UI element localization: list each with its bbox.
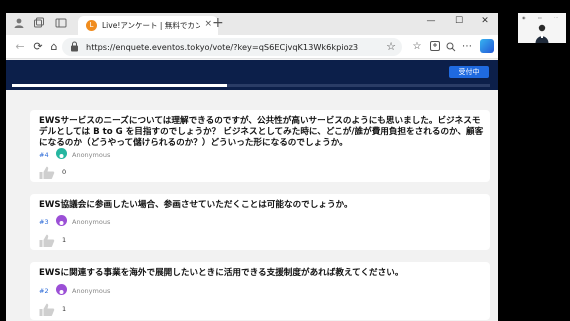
like-count: 0 [62,168,67,176]
tab-close-icon[interactable]: × [204,19,212,29]
author-name: Anonymous [72,218,111,226]
url-text: https://enquete.eventos.tokyo/vote/?key=… [86,42,359,52]
browser-toolbar: ← ⟳ ⌂ https://enquete.eventos.tokyo/vote… [6,35,498,59]
minimize-button[interactable]: — [424,16,438,26]
favorites-icon[interactable]: ☆ [410,40,424,54]
favorite-star-icon[interactable]: ☆ [386,40,396,53]
page-content: 受付中 EWSサービスのニーズについては理解できるのですが、公共性が高いサービス… [6,60,498,321]
question-card[interactable]: EWSに関連する事業を海外で展開したいときに活用できる支援制度があれば教えてくだ… [30,262,490,320]
home-button[interactable]: ⌂ [46,39,62,55]
like-icon[interactable] [39,233,55,247]
like-icon[interactable] [39,302,55,316]
question-text: EWSに関連する事業を海外で展開したいときに活用できる支援制度があれば教えてくだ… [39,268,404,278]
reload-button[interactable]: ⟳ [30,39,46,55]
tab-strip: L Live!アンケート | 無料でカンタン！リア × + — ☐ ✕ [6,13,498,35]
question-text: EWS協議会に参画したい場合、参画させていただくことは可能なのでしょうか。 [39,200,353,210]
more-menu-icon[interactable]: ⋯ [460,40,474,54]
question-number: #4 [39,151,49,159]
tab-actions-icon[interactable] [54,17,68,31]
tab-active[interactable]: L Live!アンケート | 無料でカンタン！リア × [78,16,218,35]
author-name: Anonymous [72,287,111,295]
thumbnail-control-icon[interactable]: ◉ [522,15,526,20]
page-header: 受付中 [6,60,498,90]
author-name: Anonymous [72,151,111,159]
back-button[interactable]: ← [12,39,28,55]
participant-figure [535,23,549,43]
question-card[interactable]: EWSサービスのニーズについては理解できるのですが、公共性が高いサービスのように… [30,110,490,182]
browser-window: L Live!アンケート | 無料でカンタン！リア × + — ☐ ✕ ← ⟳ … [6,13,498,321]
question-number: #3 [39,218,49,226]
copilot-icon[interactable] [480,39,494,53]
workspaces-icon[interactable] [32,17,46,31]
tab-title: Live!アンケート | 無料でカンタン！リア [102,21,200,30]
video-thumbnail[interactable]: ◉ ▭ ⋯ [518,13,566,43]
site-favicon-icon: L [86,20,97,31]
thumbnail-control-icon[interactable]: ▭ [538,15,542,20]
question-number: #2 [39,287,49,295]
window-close-button[interactable]: ✕ [478,16,492,26]
avatar [56,148,67,162]
avatar [56,215,67,229]
new-tab-button[interactable]: + [212,15,224,31]
address-bar[interactable]: https://enquete.eventos.tokyo/vote/?key=… [62,38,402,56]
like-count: 1 [62,236,67,244]
avatar [56,284,67,298]
progress-fill [12,84,228,87]
like-icon[interactable] [39,165,55,179]
like-count: 1 [62,305,67,313]
maximize-button[interactable]: ☐ [452,16,466,26]
progress-bar [12,84,490,87]
question-card[interactable]: EWS協議会に参画したい場合、参画させていただくことは可能なのでしょうか。 #3… [30,194,490,250]
extensions-icon[interactable] [444,40,458,54]
question-text: EWSサービスのニーズについては理解できるのですが、公共性が高いサービスのように… [39,116,484,148]
profile-icon[interactable] [12,17,26,31]
status-button[interactable]: 受付中 [449,66,489,78]
screen: L Live!アンケート | 無料でカンタン！リア × + — ☐ ✕ ← ⟳ … [0,0,570,321]
collections-icon[interactable] [428,40,442,54]
lock-icon [70,41,80,52]
thumbnail-control-icon[interactable]: ⋯ [554,15,558,20]
